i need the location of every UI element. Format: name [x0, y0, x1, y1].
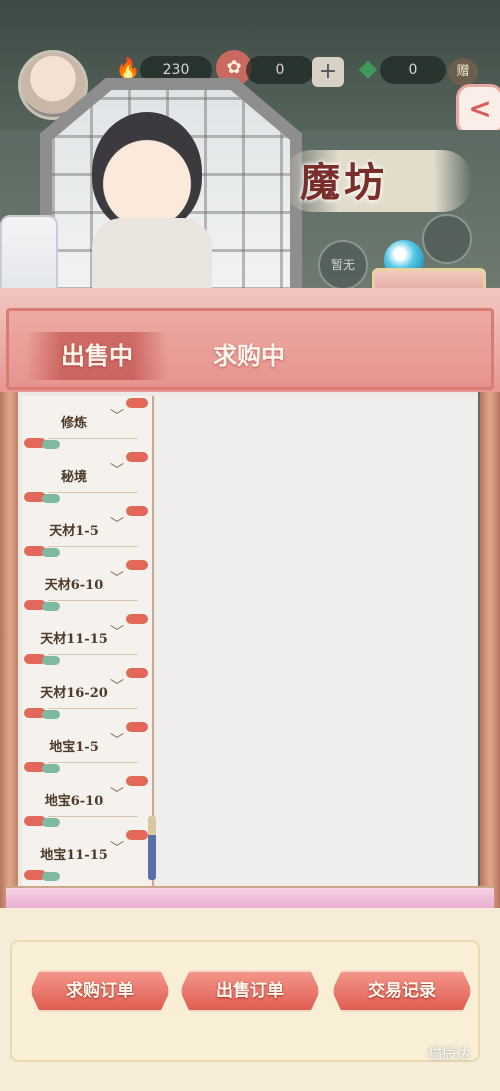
- divider: [48, 654, 138, 655]
- divider: [48, 708, 138, 709]
- chevron-down-icon: ﹀: [110, 733, 124, 749]
- right-pillar: [480, 392, 500, 912]
- tab-buying[interactable]: 求购中: [184, 332, 314, 380]
- category-item-dibao-1-5[interactable]: 地宝1-5 ﹀: [22, 720, 152, 774]
- sell-orders-button[interactable]: 出售订单: [180, 970, 320, 1012]
- item-list-panel: [156, 396, 476, 888]
- watermark: 猫辰达: [428, 1047, 470, 1063]
- cloud-ornament: [126, 722, 148, 732]
- chevron-down-icon: ﹀: [110, 517, 124, 533]
- jade-value: 0: [380, 56, 446, 84]
- cloud-ornament: [126, 506, 148, 516]
- cloud-ornament: [126, 776, 148, 786]
- cloud-ornament: [126, 560, 148, 570]
- chevron-down-icon: ﹀: [110, 787, 124, 803]
- chevron-down-icon: ﹀: [110, 409, 124, 425]
- category-item-mijing[interactable]: 秘境 ﹀: [22, 450, 152, 504]
- cloud-ornament: [126, 830, 148, 840]
- category-list: 修炼 ﹀ 秘境 ﹀ 天材1-5 ﹀ 天材6-10 ﹀ 天材11-15 ﹀ 天材1…: [22, 396, 154, 888]
- cloud-ornament: [42, 602, 60, 611]
- chevron-down-icon: ﹀: [110, 625, 124, 641]
- cloud-ornament: [126, 398, 148, 408]
- pet-round-button[interactable]: [422, 214, 472, 264]
- category-item-tiancai-1-5[interactable]: 天材1-5 ﹀: [22, 504, 152, 558]
- gift-button[interactable]: 赠: [448, 58, 478, 86]
- divider: [48, 546, 138, 547]
- buy-orders-button[interactable]: 求购订单: [30, 970, 170, 1012]
- divider: [48, 762, 138, 763]
- side-round-button[interactable]: 暂无: [318, 240, 368, 290]
- left-pillar: [0, 392, 20, 912]
- chevron-down-icon: ﹀: [110, 463, 124, 479]
- cloud-ornament: [42, 764, 60, 773]
- category-item-tiancai-11-15[interactable]: 天材11-15 ﹀: [22, 612, 152, 666]
- tab-selling[interactable]: 出售中: [26, 332, 168, 380]
- cloud-ornament: [126, 452, 148, 462]
- chevron-down-icon: ﹀: [110, 571, 124, 587]
- divider: [48, 600, 138, 601]
- divider: [48, 438, 138, 439]
- token-value: 0: [246, 56, 314, 84]
- cloud-ornament: [42, 494, 60, 503]
- category-item-dibao-6-10[interactable]: 地宝6-10 ﹀: [22, 774, 152, 828]
- category-item-tiancai-6-10[interactable]: 天材6-10 ﹀: [22, 558, 152, 612]
- cloud-ornament: [42, 548, 60, 557]
- category-item-dibao-11-15[interactable]: 地宝11-15 ﹀: [22, 828, 152, 882]
- cloud-ornament: [42, 818, 60, 827]
- trade-records-button[interactable]: 交易记录: [332, 970, 472, 1012]
- category-item-tiancai-16-20[interactable]: 天材16-20 ﹀: [22, 666, 152, 720]
- chevron-down-icon: ﹀: [110, 679, 124, 695]
- back-button[interactable]: <: [456, 84, 500, 136]
- npc-character-body: [92, 218, 212, 290]
- chevron-down-icon: ﹀: [110, 841, 124, 857]
- divider: [48, 492, 138, 493]
- cloud-ornament: [42, 440, 60, 449]
- recharge-plus-button[interactable]: +: [312, 57, 344, 87]
- cloud-ornament: [126, 614, 148, 624]
- divider: [48, 816, 138, 817]
- cloud-ornament: [42, 710, 60, 719]
- page-title: 魔坊: [300, 159, 388, 206]
- npc-character-head: [92, 112, 202, 232]
- cloud-ornament: [126, 668, 148, 678]
- category-item-xiulian[interactable]: 修炼 ﹀: [22, 396, 152, 450]
- scroll-tassel[interactable]: [148, 816, 156, 880]
- cloud-ornament: [42, 872, 60, 881]
- cloud-ornament: [42, 656, 60, 665]
